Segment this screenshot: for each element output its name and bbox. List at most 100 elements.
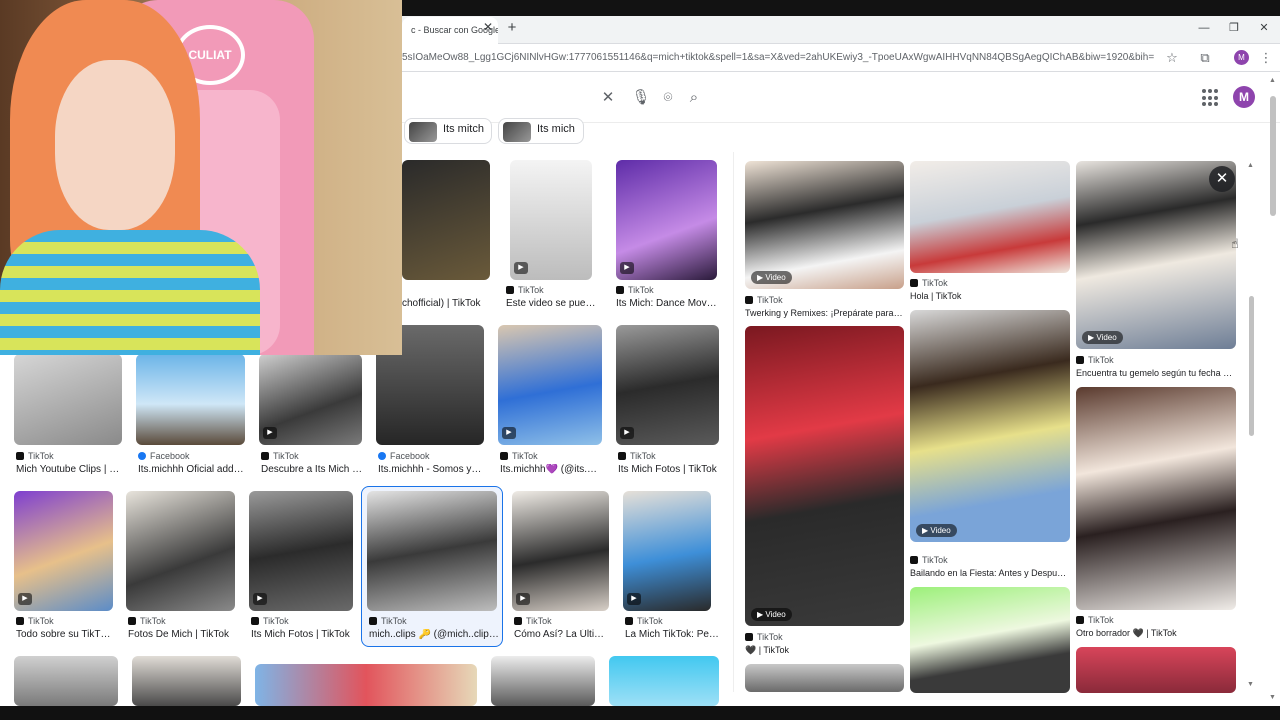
tiktok-icon xyxy=(369,617,377,625)
panel-source: TikTok xyxy=(745,295,783,305)
new-tab-icon[interactable]: + xyxy=(504,20,520,36)
tiktok-icon xyxy=(500,452,508,460)
panel-close-icon[interactable]: ✕ xyxy=(1209,166,1235,192)
browser-menu-icon[interactable]: ⋮ xyxy=(1257,50,1275,66)
result-thumbnail[interactable] xyxy=(609,656,719,706)
panel-title[interactable]: 🖤 | TikTok xyxy=(745,645,905,656)
result-thumbnail[interactable]: ▶ xyxy=(14,491,113,611)
result-title[interactable]: Este video se pued… xyxy=(506,298,598,309)
result-title[interactable]: Its Mich Fotos | TikTok xyxy=(251,629,355,640)
result-title[interactable]: Fotos De Mich | TikTok xyxy=(128,629,236,640)
result-thumbnail[interactable] xyxy=(136,354,245,445)
tiktok-icon xyxy=(16,617,24,625)
camera-icon[interactable]: ⌾ xyxy=(658,88,678,108)
page-scroll-up-icon[interactable]: ▲ xyxy=(1269,77,1276,84)
facebook-icon xyxy=(378,452,386,460)
result-thumbnail[interactable]: ▶ xyxy=(249,491,353,611)
result-thumbnail[interactable]: ▶ xyxy=(510,160,592,280)
result-title[interactable]: Its Mich: Dance Mov… xyxy=(616,298,720,309)
result-source: TikTok xyxy=(261,451,299,461)
result-thumbnail[interactable]: ▶ xyxy=(616,325,719,445)
bookmark-star-icon[interactable]: ☆ xyxy=(1163,50,1181,66)
apps-grid-icon[interactable] xyxy=(1202,89,1220,107)
search-icon[interactable]: ⌕ xyxy=(684,88,704,108)
panel-thumbnail[interactable]: ▶ Video xyxy=(910,310,1070,542)
scroll-up-icon[interactable]: ▲ xyxy=(1247,162,1254,169)
panel-title[interactable]: Bailando en la Fiesta: Antes y Después… xyxy=(910,568,1070,578)
microphone-icon[interactable]: 🎙 xyxy=(631,88,651,108)
panel-source: TikTok xyxy=(745,632,783,642)
tiktok-icon xyxy=(1076,616,1084,624)
result-title[interactable]: chofficial) | TikTok xyxy=(402,298,492,309)
result-thumbnail[interactable] xyxy=(132,656,241,706)
result-title[interactable]: Cómo Así? La Últi… xyxy=(514,629,612,640)
panel-thumbnail[interactable]: ▶ Video xyxy=(1076,161,1236,349)
result-thumbnail[interactable]: ▶ xyxy=(616,160,717,280)
google-profile-avatar[interactable]: M xyxy=(1233,86,1255,108)
result-title[interactable]: Descubre a Its Mich … xyxy=(261,464,365,475)
result-source: TikTok xyxy=(618,451,656,461)
panel-scroll-thumb[interactable] xyxy=(1249,296,1254,436)
result-title[interactable]: mich..clips 🔑 (@mich..clip… xyxy=(369,629,499,640)
panel-thumbnail[interactable] xyxy=(745,664,904,692)
page-scroll-down-icon[interactable]: ▼ xyxy=(1269,694,1276,701)
result-thumbnail[interactable]: ▶ xyxy=(259,354,362,445)
bottom-bar xyxy=(0,706,1280,720)
chip-its-mitch[interactable]: Its mitch xyxy=(404,118,492,144)
result-thumbnail[interactable] xyxy=(491,656,595,706)
result-thumbnail[interactable]: ▶ xyxy=(498,325,602,445)
result-title[interactable]: Its.michhh💜 (@its.… xyxy=(500,464,604,475)
panel-title[interactable]: Encuentra tu gemelo según tu fecha de… xyxy=(1076,368,1236,378)
panel-thumbnail[interactable] xyxy=(1076,387,1236,610)
chip-its-mich[interactable]: Its mich xyxy=(498,118,584,144)
result-title[interactable]: Its.michhh - Somos y… xyxy=(378,464,484,475)
result-thumbnail[interactable] xyxy=(126,491,235,611)
extensions-icon[interactable]: ⧉ xyxy=(1196,50,1214,66)
result-thumbnail[interactable]: ▶ xyxy=(512,491,609,611)
panel-title[interactable]: Twerking y Remixes: ¡Prepárate para el… xyxy=(745,308,905,318)
window-close-icon[interactable]: ✕ xyxy=(1254,20,1274,36)
panel-thumbnail[interactable]: ▶ Video xyxy=(745,161,904,289)
webcam-overlay: CULIAT xyxy=(0,0,402,355)
result-thumbnail[interactable] xyxy=(14,354,122,445)
result-title[interactable]: Todo sobre su TikT… xyxy=(16,629,116,640)
result-thumbnail[interactable] xyxy=(367,491,497,611)
scroll-down-icon[interactable]: ▼ xyxy=(1247,681,1254,688)
result-thumbnail[interactable] xyxy=(402,160,490,280)
tiktok-icon xyxy=(910,556,918,564)
result-source: TikTok xyxy=(251,616,289,626)
result-title[interactable]: Its Mich Fotos | TikTok xyxy=(618,464,722,475)
result-title[interactable]: Its.michhh Oficial add… xyxy=(138,464,246,475)
result-title[interactable]: Mich Youtube Clips | … xyxy=(16,464,124,475)
tab-close-icon[interactable]: ✕ xyxy=(482,20,494,34)
browser-profile-avatar[interactable]: M xyxy=(1234,50,1249,65)
result-source: TikTok xyxy=(625,616,663,626)
panel-title[interactable]: Hola | TikTok xyxy=(910,291,1070,301)
result-source: TikTok xyxy=(16,451,54,461)
result-source: TikTok xyxy=(500,451,538,461)
page-scroll-thumb[interactable] xyxy=(1270,96,1276,216)
panel-thumbnail[interactable] xyxy=(1076,647,1236,693)
panel-title[interactable]: Otro borrador 🖤 | TikTok xyxy=(1076,628,1236,639)
panel-source: TikTok xyxy=(1076,355,1114,365)
result-thumbnail[interactable] xyxy=(255,664,477,706)
close-icon[interactable]: ✕ xyxy=(598,88,618,108)
minimize-icon[interactable]: — xyxy=(1194,20,1214,36)
video-badge: ▶ Video xyxy=(751,608,792,621)
panel-source: TikTok xyxy=(1076,615,1114,625)
result-title[interactable]: La Mich TikTok: Pe… xyxy=(625,629,721,640)
video-play-icon: ▶ xyxy=(620,262,634,274)
panel-thumbnail[interactable]: ▶ Video xyxy=(745,326,904,626)
panel-thumbnail[interactable] xyxy=(910,161,1070,273)
result-thumbnail[interactable] xyxy=(14,656,118,706)
result-thumbnail[interactable]: ▶ xyxy=(623,491,711,611)
video-badge: ▶ Video xyxy=(751,271,792,284)
url-field[interactable]: 5sIOaMeOw88_Lgg1GCj6NINlvHGw:17770615511… xyxy=(402,52,1154,66)
restore-icon[interactable]: ❐ xyxy=(1224,20,1244,36)
tiktok-icon xyxy=(16,452,24,460)
tiktok-icon xyxy=(745,633,753,641)
panel-thumbnail[interactable] xyxy=(910,587,1070,693)
result-source: TikTok xyxy=(128,616,166,626)
result-source: TikTok xyxy=(514,616,552,626)
panel-source: TikTok xyxy=(910,278,948,288)
